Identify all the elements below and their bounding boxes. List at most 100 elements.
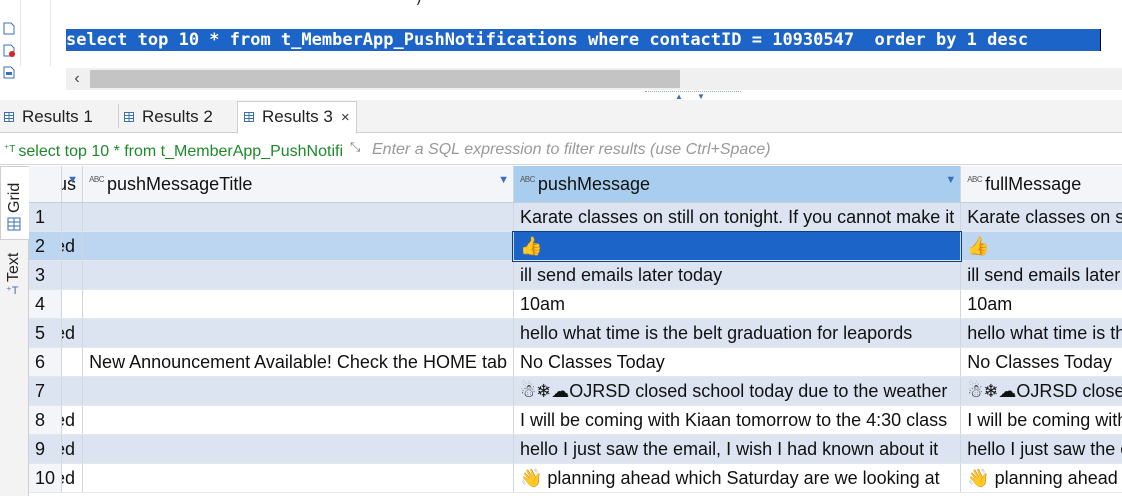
full-message-cell[interactable]: 👍 <box>960 231 1122 261</box>
tab-text[interactable]: Text ⁺T <box>0 244 28 304</box>
column-header-pushmessagetitle[interactable]: ABC pushMessageTitle ▼ <box>82 166 514 203</box>
push-message-cell[interactable]: I will be coming with Kiaan tomorrow to … <box>513 405 962 435</box>
row-number-cell[interactable]: 6 <box>29 347 63 377</box>
tab-grid[interactable]: Grid <box>0 166 29 240</box>
status-cell[interactable] <box>61 289 84 319</box>
table-row[interactable]: 7 ☃❄☁OJRSD closed school today due to the… <box>29 376 1122 406</box>
full-message-cell[interactable]: ill send emails later today <box>960 260 1122 290</box>
push-message-cell-text: I will be coming with Kiaan tomorrow to … <box>519 409 948 430</box>
push-message-cell[interactable]: hello I just saw the email, I wish I had… <box>513 434 962 464</box>
table-row[interactable]: 5 ived hello what time is the belt graduat… <box>29 318 1122 348</box>
push-message-cell[interactable]: ☃❄☁OJRSD closed school today due to the … <box>513 376 962 406</box>
full-message-cell[interactable]: Karate classes on still on tonight. <box>960 202 1122 232</box>
scroll-left-icon[interactable]: ‹ <box>66 68 88 90</box>
row-number-cell[interactable]: 1 <box>29 202 63 232</box>
sort-menu-icon[interactable]: ▼ <box>67 174 78 186</box>
column-header-pushmessage[interactable]: ABC pushMessage ▼ <box>513 166 962 203</box>
status-cell[interactable] <box>61 260 84 290</box>
push-message-cell-text: 10am <box>519 293 565 314</box>
table-row[interactable]: 10 ived 👋 planning ahead which Saturday ar… <box>29 463 1122 493</box>
push-message-cell[interactable]: 👍 <box>512 230 962 262</box>
table-row[interactable]: 4 10am 10am <box>29 289 1122 319</box>
full-message-cell[interactable]: hello I just saw the email <box>960 434 1122 464</box>
table-row[interactable]: 2 ived 👍 👍 <box>29 230 1122 262</box>
status-cell[interactable]: ived <box>61 434 84 464</box>
push-title-cell[interactable] <box>82 376 514 406</box>
full-message-cell[interactable]: 10am <box>960 289 1122 319</box>
status-cell[interactable]: ived <box>61 318 84 348</box>
row-number-cell[interactable]: 9 <box>29 434 63 464</box>
push-message-cell[interactable]: No Classes Today <box>513 347 962 377</box>
tab-label: Results 1 <box>22 107 93 126</box>
full-message-cell-text: Karate classes on still on tonight. <box>967 206 1122 227</box>
push-title-cell[interactable] <box>82 289 514 319</box>
filter-expression-input[interactable]: Enter a SQL expression to filter results… <box>372 138 771 162</box>
text-view-icon: ⁺T <box>6 285 19 297</box>
full-message-cell-text: I will be coming with Kiaan <box>967 409 1122 430</box>
push-message-cell[interactable]: hello what time is the belt graduation f… <box>513 318 962 348</box>
active-query-label[interactable]: ⁺T select top 10 * from t_MemberApp_PushN… <box>4 138 342 162</box>
row-number-cell[interactable]: 4 <box>29 289 63 319</box>
table-row[interactable]: 3 ill send emails later today ill send ema… <box>29 260 1122 290</box>
sort-menu-icon[interactable]: ▼ <box>498 174 509 186</box>
push-message-cell-text: hello what time is the belt graduation f… <box>519 322 913 343</box>
status-cell-text: ived <box>62 467 76 488</box>
row-number-cell-text: 10 <box>35 467 56 488</box>
selected-sql-statement[interactable]: select top 10 * from t_MemberApp_PushNot… <box>66 29 1100 51</box>
sort-menu-icon[interactable]: ▼ <box>945 174 956 186</box>
push-message-cell[interactable]: ill send emails later today <box>513 260 962 290</box>
close-tab-icon[interactable]: × <box>341 109 350 126</box>
row-number-cell[interactable]: 7 <box>29 376 63 406</box>
push-title-cell[interactable]: New Announcement Available! Check the HO… <box>82 347 514 377</box>
column-header-status[interactable]: atus▼ <box>61 166 84 203</box>
results-grid[interactable]: atus▼ ABCpushMessageTitle▼ ABCpushMessag… <box>29 166 1122 496</box>
row-number-cell-text: 7 <box>35 380 46 401</box>
push-title-cell[interactable] <box>82 231 514 261</box>
table-row[interactable]: 8 ived I will be coming with Kiaan tomorro… <box>29 405 1122 435</box>
push-title-cell[interactable] <box>82 434 514 464</box>
push-title-cell[interactable] <box>82 260 514 290</box>
status-cell[interactable] <box>61 376 84 406</box>
status-cell-text: ived <box>62 322 76 343</box>
expand-icon[interactable]: ⤡ <box>350 139 368 157</box>
table-row[interactable]: 6 New Announcement Available! Check the H… <box>29 347 1122 377</box>
push-title-cell[interactable] <box>82 318 514 348</box>
push-message-cell[interactable]: Karate classes on still on tonight. If y… <box>513 202 962 232</box>
editor-horizontal-scrollbar[interactable]: ‹ <box>66 68 1122 90</box>
row-number-cell-text: 3 <box>35 264 46 285</box>
push-title-cell-text: New Announcement Available! Check the HO… <box>89 351 507 372</box>
table-row[interactable]: 9 ived hello I just saw the email, I wish … <box>29 434 1122 464</box>
status-cell[interactable]: ived <box>61 231 84 261</box>
push-title-cell[interactable] <box>82 202 514 232</box>
row-number-cell[interactable]: 3 <box>29 260 63 290</box>
scrollbar-thumb[interactable] <box>90 70 680 88</box>
full-message-cell[interactable]: 👋 planning ahead which <box>960 463 1122 493</box>
view-mode-tabs: Grid Text ⁺T <box>0 166 29 496</box>
tab-results-3[interactable]: Results 3 × <box>237 101 357 134</box>
row-number-cell[interactable]: 2 <box>29 231 63 261</box>
sql-editor[interactable]: ') select top 10 * from t_MemberApp_Push… <box>0 0 1122 101</box>
push-title-cell[interactable] <box>82 463 514 493</box>
status-cell[interactable]: ived <box>61 463 84 493</box>
column-header-fullmessage[interactable]: ABC fullMessage <box>960 166 1122 203</box>
row-number-cell[interactable]: 10 <box>29 463 63 493</box>
row-number-header <box>29 166 63 203</box>
tab-results-2[interactable]: Results 2 <box>124 102 213 132</box>
status-cell[interactable] <box>61 347 84 377</box>
status-cell-text: ived <box>62 235 76 256</box>
row-number-cell[interactable]: 5 <box>29 318 63 348</box>
full-message-cell[interactable]: ☃❄☁OJRSD closed school <box>960 376 1122 406</box>
full-message-cell[interactable]: No Classes Today <box>960 347 1122 377</box>
push-title-cell[interactable] <box>82 405 514 435</box>
full-message-cell[interactable]: hello what time is the belt <box>960 318 1122 348</box>
push-message-cell[interactable]: 👋 planning ahead which Saturday are we l… <box>513 463 962 493</box>
tab-results-1[interactable]: Results 1 <box>4 102 93 132</box>
status-cell[interactable]: ived <box>61 405 84 435</box>
table-row[interactable]: 1 Karate classes on still on tonight. If … <box>29 202 1122 232</box>
status-cell[interactable] <box>61 202 84 232</box>
push-message-cell[interactable]: 10am <box>513 289 962 319</box>
row-number-cell[interactable]: 8 <box>29 405 63 435</box>
full-message-cell-text: 👍 <box>967 235 990 256</box>
full-message-cell-text: No Classes Today <box>967 351 1112 372</box>
full-message-cell[interactable]: I will be coming with Kiaan <box>960 405 1122 435</box>
